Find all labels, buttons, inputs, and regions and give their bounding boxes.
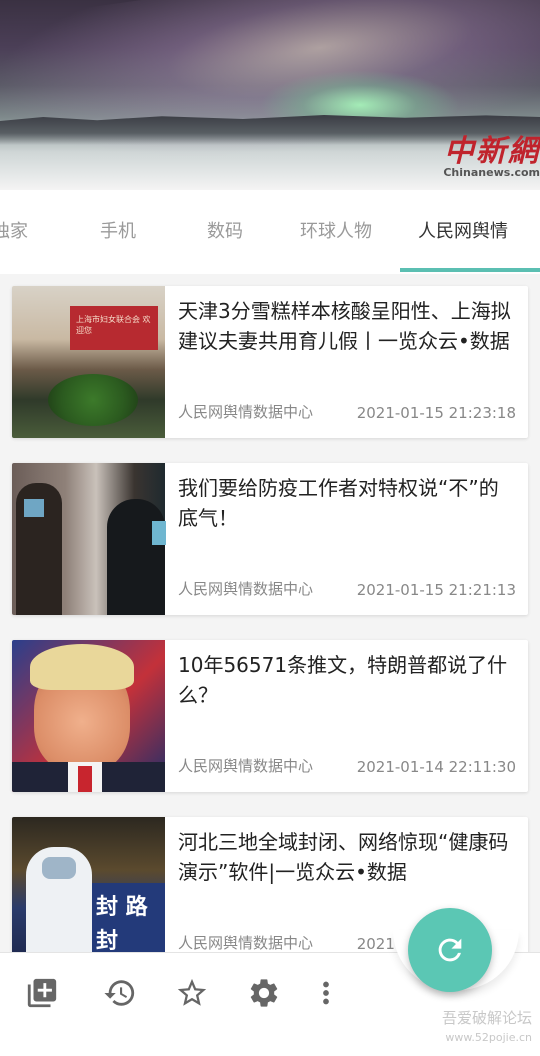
article-time: 2021-01-14 22:11:30 [356, 758, 516, 776]
article-title: 天津3分雪糕样本核酸呈阳性、上海拟建议夫妻共用育儿假丨一览众云•数据 [178, 299, 511, 353]
add-list-icon[interactable] [20, 971, 64, 1015]
forum-watermark: 吾爱破解论坛 www.52pojie.cn [442, 1008, 532, 1048]
article-source: 人民网舆情数据中心 [178, 757, 314, 775]
tab-people-opinion[interactable]: 人民网舆情 [418, 190, 508, 274]
active-tab-indicator [400, 268, 540, 272]
thumbnail-sign-text: 封 路 封 [96, 895, 148, 954]
refresh-button[interactable] [408, 908, 492, 992]
article-source: 人民网舆情数据中心 [178, 580, 314, 598]
article-card[interactable]: 10年56571条推文，特朗普都说了什么？ 人民网舆情数据中心 2021-01-… [12, 640, 528, 792]
category-tabs: 独家 手机 数码 环球人物 人民网舆情 [0, 190, 540, 274]
header-banner: 中新網 Chinanews.com [0, 0, 540, 190]
history-icon[interactable] [98, 971, 142, 1015]
thumbnail-visor [42, 857, 76, 879]
article-time: 2021-01-15 21:23:18 [356, 404, 516, 422]
thumbnail-mask [152, 521, 166, 545]
article-time: 2021-01-15 21:21:13 [356, 581, 516, 599]
thumbnail-person [107, 499, 165, 615]
article-title: 我们要给防疫工作者对特权说“不”的底气！ [178, 476, 499, 530]
thumbnail-plant [48, 374, 138, 426]
chinanews-logo-sub: Chinanews.com [443, 166, 540, 179]
settings-icon[interactable] [242, 971, 286, 1015]
article-thumbnail [12, 640, 165, 792]
article-thumbnail: 封 路 封 [12, 817, 165, 969]
watermark-url: www.52pojie.cn [445, 1031, 532, 1044]
tab-exclusive[interactable]: 独家 [0, 190, 28, 274]
article-source: 人民网舆情数据中心 [178, 934, 314, 952]
watermark-text: 吾爱破解论坛 [441, 1009, 532, 1027]
refresh-icon [438, 938, 462, 962]
article-thumbnail: 上海市妇女联合会 欢迎您 [12, 286, 165, 438]
tab-mobile[interactable]: 手机 [100, 190, 136, 274]
article-card[interactable]: 上海市妇女联合会 欢迎您 天津3分雪糕样本核酸呈阳性、上海拟建议夫妻共用育儿假丨… [12, 286, 528, 438]
thumbnail-hair [30, 644, 134, 690]
tab-global-people[interactable]: 环球人物 [300, 190, 372, 274]
article-title: 10年56571条推文，特朗普都说了什么？ [178, 653, 508, 707]
thumbnail-banner-sign: 上海市妇女联合会 欢迎您 [70, 306, 158, 350]
star-icon[interactable] [170, 971, 214, 1015]
article-card[interactable]: 我们要给防疫工作者对特权说“不”的底气！ 人民网舆情数据中心 2021-01-1… [12, 463, 528, 615]
thumbnail-mask [24, 499, 44, 517]
tab-digital[interactable]: 数码 [207, 190, 243, 274]
thumbnail-tie [78, 766, 92, 792]
article-source: 人民网舆情数据中心 [178, 403, 314, 421]
more-vert-icon[interactable] [304, 971, 348, 1015]
article-thumbnail [12, 463, 166, 615]
article-title: 河北三地全域封闭、网络惊现“健康码演示”软件|一览众云•数据 [178, 830, 509, 884]
thumbnail-sign-text: 上海市妇女联合会 欢迎您 [76, 315, 151, 335]
chinanews-logo: 中新網 [444, 134, 540, 169]
